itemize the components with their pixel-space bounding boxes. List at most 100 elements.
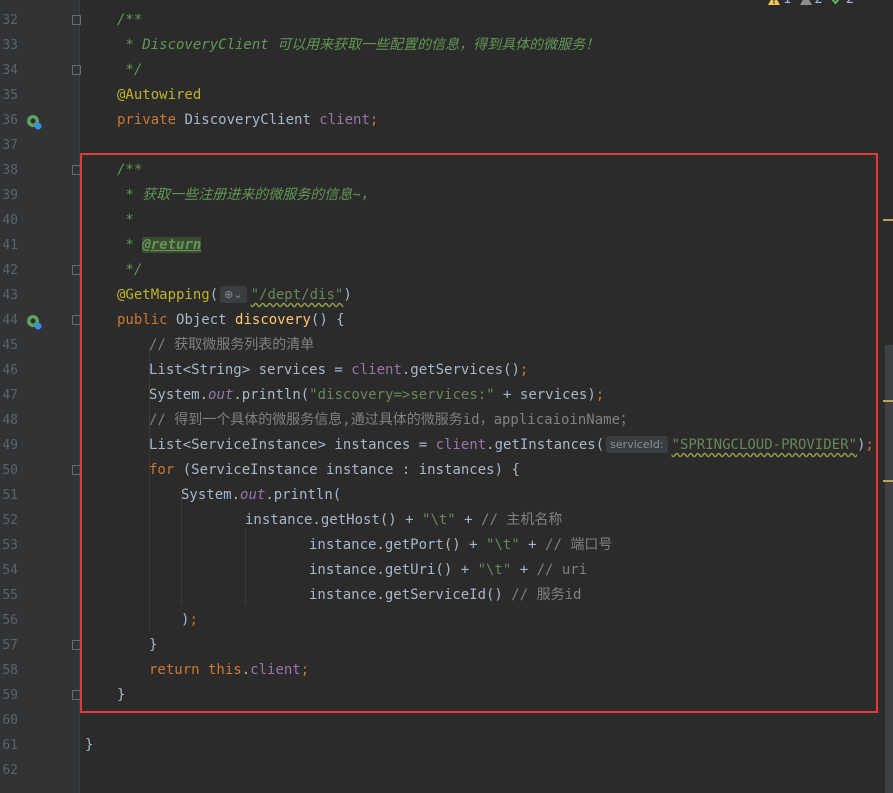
code-token: } [85,737,94,753]
code-line[interactable]: 40 * [0,208,893,233]
code-line[interactable]: 45 // 获取微服务列表的清单 [0,333,893,358]
code-line[interactable]: 55 instance.getServiceId() // 服务id [0,583,893,608]
code-line[interactable]: 62 [0,758,893,783]
warning-count[interactable]: 1 [768,0,792,7]
line-number[interactable]: 34 [0,58,18,83]
code-line[interactable]: 60 [0,708,893,733]
fold-marker-icon[interactable] [72,15,81,25]
code-token: "\t" [477,562,512,578]
code-line[interactable]: 47 System.out.println("discovery=>service… [0,383,893,408]
code-line[interactable]: 53 instance.getPort() + "\t" + // 端口号 [0,533,893,558]
fold-marker-icon[interactable] [72,640,81,650]
code-token: . [241,662,251,678]
code-line[interactable]: 56); [0,608,893,633]
code-line[interactable]: 32 /** [0,8,893,33]
chevron-up-icon[interactable]: ⌃ [862,0,873,7]
inspection-widget[interactable]: 1 2 2 ⌃ [768,0,873,7]
code-line[interactable]: 42 */ [0,258,893,283]
line-number[interactable]: 54 [0,558,18,583]
code-line[interactable]: 54 instance.getUri() + "\t" + // uri [0,558,893,583]
endpoint-icon[interactable] [26,314,42,330]
code-text: * @return [117,233,202,258]
fold-marker-icon[interactable] [72,315,81,325]
line-number[interactable]: 55 [0,583,18,608]
code-line[interactable]: 49 List<ServiceInstance> instances = clie… [0,433,893,458]
line-number[interactable]: 58 [0,658,18,683]
line-number[interactable]: 60 [0,708,18,733]
line-number[interactable]: 47 [0,383,18,408]
code-token: System. [181,487,241,503]
bean-navigate-icon[interactable] [26,114,42,130]
code-line[interactable]: 50 for (ServiceInstance instance : instan… [0,458,893,483]
line-number[interactable]: 44 [0,308,18,333]
code-line[interactable]: 57} [0,633,893,658]
code-token: for [149,462,183,478]
fold-marker-icon[interactable] [72,65,81,75]
line-number[interactable]: 36 [0,108,18,133]
line-number[interactable]: 46 [0,358,18,383]
line-number[interactable]: 62 [0,758,18,783]
error-stripe-mark[interactable] [883,400,893,402]
code-line[interactable]: 51 System.out.println( [0,483,893,508]
code-line[interactable]: 48 // 得到一个具体的微服务信息,通过具体的微服务id，applicaioin… [0,408,893,433]
error-stripe-mark[interactable] [883,480,893,482]
fold-marker-icon[interactable] [72,165,81,175]
warning-icon [768,0,781,5]
line-number[interactable]: 56 [0,608,18,633]
code-text: @GetMapping(⊕⌄ "/dept/dis") [117,283,352,308]
line-number[interactable]: 37 [0,133,18,158]
error-stripe[interactable] [883,0,893,793]
code-token: */ [117,262,143,278]
line-number[interactable]: 33 [0,33,18,58]
line-number[interactable]: 38 [0,158,18,183]
code-token: client [435,437,487,453]
line-number[interactable]: 32 [0,8,18,33]
code-token: @GetMapping [117,287,210,303]
code-token: return this [149,662,242,678]
line-number[interactable]: 52 [0,508,18,533]
line-number[interactable]: 41 [0,233,18,258]
fold-marker-icon[interactable] [72,690,81,700]
code-text: /** [117,8,142,33]
line-number[interactable]: 61 [0,733,18,758]
line-number[interactable]: 45 [0,333,18,358]
error-stripe-mark[interactable] [883,219,893,221]
line-number[interactable]: 59 [0,683,18,708]
code-line[interactable]: 35 @Autowired [0,83,893,108]
code-line[interactable]: 37 [0,133,893,158]
code-text: System.out.println("discovery=>services:… [149,383,604,408]
typo-count[interactable]: 2 [831,0,854,7]
code-line[interactable]: 41 * @return [0,233,893,258]
code-line[interactable]: 61} [0,733,893,758]
indent-guide [245,530,246,605]
code-text: private DiscoveryClient client; [117,108,378,133]
line-number[interactable]: 42 [0,258,18,283]
line-number[interactable]: 35 [0,83,18,108]
line-number[interactable]: 43 [0,283,18,308]
line-number[interactable]: 51 [0,483,18,508]
code-line[interactable]: 43 @GetMapping(⊕⌄ "/dept/dis") [0,283,893,308]
code-line[interactable]: 44 public Object discovery() { [0,308,893,333]
code-token: .println( [265,487,342,503]
code-line[interactable]: 58 return this.client; [0,658,893,683]
line-number[interactable]: 57 [0,633,18,658]
line-number[interactable]: 39 [0,183,18,208]
line-number[interactable]: 53 [0,533,18,558]
code-line[interactable]: 46 List<String> services = client.getServ… [0,358,893,383]
line-number[interactable]: 48 [0,408,18,433]
code-line[interactable]: 33 * DiscoveryClient 可以用来获取一些配置的信息，得到具体的… [0,33,893,58]
code-line[interactable]: 36 private DiscoveryClient client; [0,108,893,133]
fold-marker-icon[interactable] [72,465,81,475]
code-line[interactable]: 34 */ [0,58,893,83]
line-number[interactable]: 40 [0,208,18,233]
line-number[interactable]: 50 [0,458,18,483]
weak-warning-count-label: 2 [815,0,823,7]
code-line[interactable]: 59} [0,683,893,708]
fold-marker-icon[interactable] [72,265,81,275]
weak-warning-count[interactable]: 2 [799,0,823,7]
code-token: "discovery=>services:" [309,387,495,403]
code-line[interactable]: 39 * 获取一些注册进来的微服务的信息~， [0,183,893,208]
line-number[interactable]: 49 [0,433,18,458]
code-line[interactable]: 38 /** [0,158,893,183]
code-line[interactable]: 52 instance.getHost() + "\t" + // 主机名称 [0,508,893,533]
